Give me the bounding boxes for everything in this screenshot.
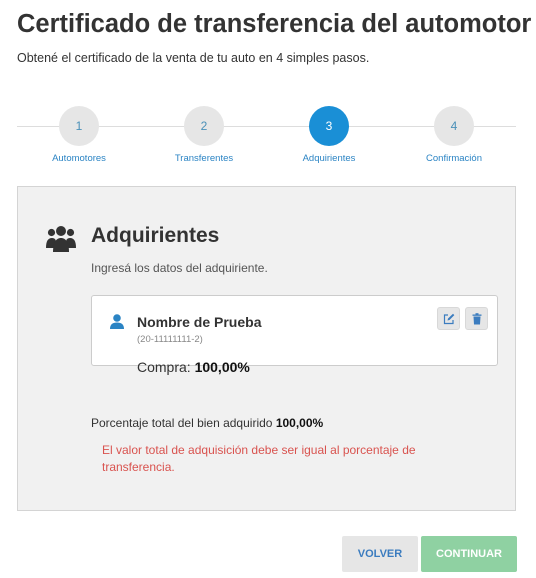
section-description: Ingresá los datos del adquiriente. bbox=[91, 261, 268, 275]
acquirer-card: Nombre de Prueba (20-11111111-2) Compra:… bbox=[91, 295, 498, 375]
acquirer-name: Nombre de Prueba bbox=[137, 314, 262, 330]
stepper: 1 Automotores 2 Transferentes 3 Adquirie… bbox=[17, 106, 516, 168]
continue-button[interactable]: CONTINUAR bbox=[421, 536, 517, 572]
purchase-label: Compra: bbox=[137, 359, 191, 375]
step-2-label: Transferentes bbox=[174, 153, 234, 164]
page-title: Certificado de transferencia del automot… bbox=[17, 10, 532, 38]
total-value: 100,00% bbox=[275, 416, 324, 430]
purchase-value: 100,00% bbox=[194, 359, 250, 375]
acquirer-purchase: Compra: 100,00% bbox=[137, 359, 250, 375]
total-label: Porcentaje total del bien adquirido bbox=[91, 416, 273, 430]
step-1-label: Automotores bbox=[52, 153, 106, 164]
step-3-circle: 3 bbox=[309, 106, 349, 146]
edit-icon bbox=[443, 313, 454, 324]
users-icon bbox=[46, 226, 76, 252]
step-4-circle: 4 bbox=[434, 106, 474, 146]
acquirers-panel: Adquirientes Ingresá los datos del adqui… bbox=[17, 186, 516, 511]
total-percentage: Porcentaje total del bien adquirido 100,… bbox=[91, 416, 323, 430]
delete-acquirer-button[interactable] bbox=[465, 307, 488, 330]
step-3[interactable]: 3 Adquirientes bbox=[274, 106, 384, 164]
step-4-label: Confirmación bbox=[426, 153, 482, 164]
step-2-circle: 2 bbox=[184, 106, 224, 146]
edit-acquirer-button[interactable] bbox=[437, 307, 460, 330]
trash-icon bbox=[472, 312, 481, 324]
step-4[interactable]: 4 Confirmación bbox=[399, 106, 509, 164]
page-subtitle: Obtené el certificado de la venta de tu … bbox=[17, 51, 370, 65]
acquirer-id: (20-11111111-2) bbox=[137, 334, 203, 345]
error-message: El valor total de adquisición debe ser i… bbox=[102, 443, 416, 474]
step-2[interactable]: 2 Transferentes bbox=[149, 106, 259, 164]
step-1-circle: 1 bbox=[59, 106, 99, 146]
user-icon bbox=[110, 314, 124, 329]
step-1[interactable]: 1 Automotores bbox=[24, 106, 134, 164]
section-title: Adquirientes bbox=[91, 224, 220, 247]
step-3-label: Adquirientes bbox=[302, 153, 356, 164]
back-button[interactable]: VOLVER bbox=[342, 536, 418, 572]
